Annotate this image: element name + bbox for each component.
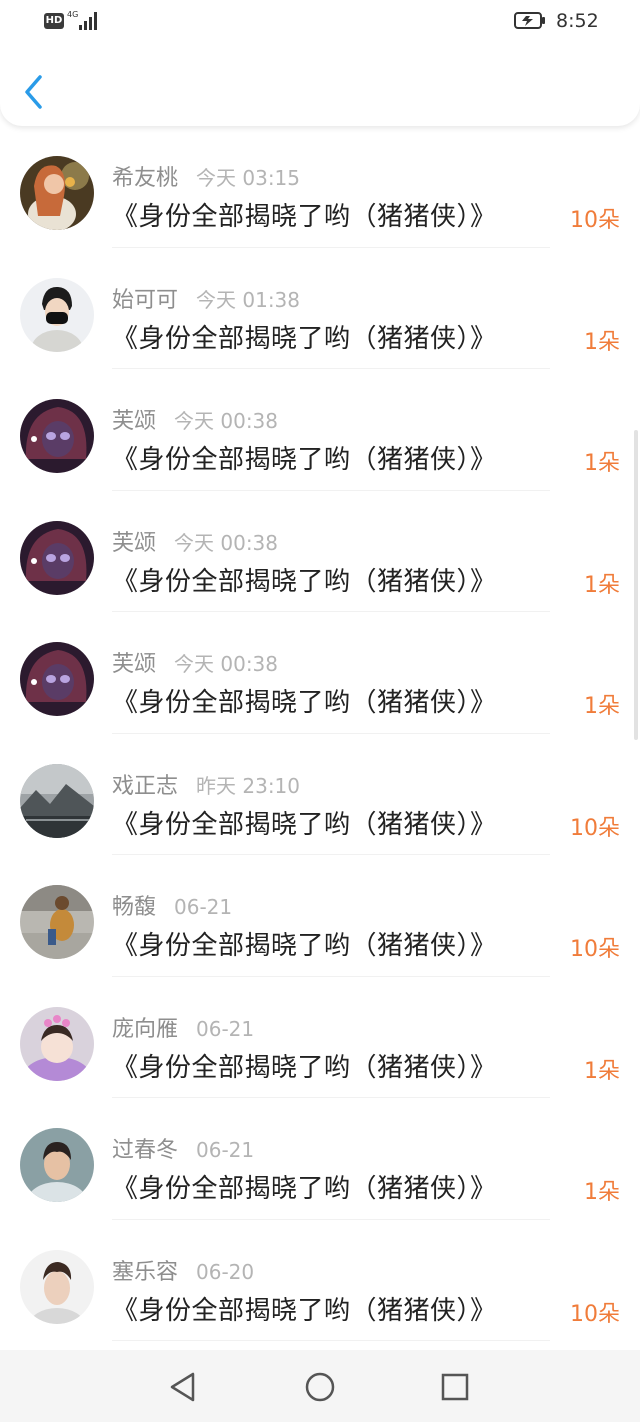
- back-button[interactable]: [20, 72, 50, 112]
- list-item[interactable]: 芙颂 今天 00:38 《身份全部揭晓了哟（猪猪侠）》 1朵: [0, 612, 640, 734]
- network-type: 4G: [67, 10, 79, 19]
- item-title: 《身份全部揭晓了哟（猪猪侠）》: [112, 1052, 497, 1083]
- avatar[interactable]: [20, 642, 94, 716]
- flower-count: 10朵: [570, 815, 620, 841]
- item-time: 06-21: [174, 895, 233, 919]
- user-name: 过春冬: [112, 1138, 179, 1163]
- item-time: 今天 00:38: [174, 530, 279, 555]
- square-recents-icon: [441, 1373, 469, 1401]
- battery-charging-icon: [514, 12, 545, 29]
- flower-count: 1朵: [584, 572, 620, 598]
- avatar[interactable]: [20, 156, 94, 230]
- list-item[interactable]: 庞向雁 06-21 《身份全部揭晓了哟（猪猪侠）》 1朵: [0, 977, 640, 1099]
- avatar[interactable]: [20, 885, 94, 959]
- user-name: 希友桃: [112, 166, 179, 191]
- item-title: 《身份全部揭晓了哟（猪猪侠）》: [112, 202, 497, 232]
- flower-count: 1朵: [584, 1058, 620, 1084]
- item-time: 06-20: [196, 1259, 255, 1284]
- scrollbar[interactable]: [634, 430, 638, 740]
- hd-badge: HD: [44, 13, 64, 29]
- item-time: 今天 00:38: [174, 409, 279, 433]
- flower-count: 1朵: [584, 329, 620, 355]
- signal-icon: [79, 12, 101, 30]
- list-item[interactable]: 芙颂 今天 00:38 《身份全部揭晓了哟（猪猪侠）》 1朵: [0, 369, 640, 491]
- list-item[interactable]: 芙颂 今天 00:38 《身份全部揭晓了哟（猪猪侠）》 1朵: [0, 491, 640, 613]
- item-time: 06-21: [196, 1016, 255, 1041]
- avatar[interactable]: [20, 1128, 94, 1202]
- flower-count: 1朵: [584, 451, 620, 476]
- user-name: 庞向雁: [112, 1016, 179, 1042]
- item-title: 《身份全部揭晓了哟（猪猪侠）》: [112, 323, 497, 354]
- item-title: 《身份全部揭晓了哟（猪猪侠）》: [112, 931, 497, 961]
- circle-home-icon: [305, 1372, 335, 1402]
- user-name: 芙颂: [112, 652, 157, 677]
- user-name: 畅馥: [112, 895, 157, 920]
- list-item[interactable]: 塞乐容 06-20 《身份全部揭晓了哟（猪猪侠）》 10朵: [0, 1220, 640, 1342]
- flower-count: 10朵: [570, 1301, 620, 1327]
- user-name: 塞乐容: [112, 1259, 179, 1285]
- item-meta: 芙颂 今天 00:38: [112, 403, 279, 434]
- list-item[interactable]: 畅馥 06-21 《身份全部揭晓了哟（猪猪侠）》 10朵: [0, 855, 640, 977]
- item-title: 《身份全部揭晓了哟（猪猪侠）》: [112, 1174, 497, 1204]
- chevron-left-icon: [25, 75, 42, 109]
- avatar[interactable]: [20, 277, 94, 352]
- nav-recents-button[interactable]: [438, 1370, 472, 1404]
- flower-count: 10朵: [570, 937, 620, 962]
- flower-count: 1朵: [584, 1180, 620, 1205]
- item-time: 今天 00:38: [174, 652, 279, 676]
- user-name: 芙颂: [112, 530, 157, 556]
- list-item[interactable]: 戏正志 昨天 23:10 《身份全部揭晓了哟（猪猪侠）》 10朵: [0, 734, 640, 856]
- user-name: 芙颂: [112, 409, 157, 434]
- item-title: 《身份全部揭晓了哟（猪猪侠）》: [112, 688, 497, 718]
- avatar[interactable]: [20, 520, 94, 595]
- gift-record-list: 希友桃 今天 03:15 《身份全部揭晓了哟（猪猪侠）》 10朵 始可可 今天 01…: [0, 126, 640, 1341]
- user-name: 始可可: [112, 287, 179, 313]
- avatar[interactable]: [20, 1249, 94, 1324]
- flower-count: 1朵: [584, 694, 620, 719]
- user-name: 戏正志: [112, 773, 179, 799]
- list-item[interactable]: 始可可 今天 01:38 《身份全部揭晓了哟（猪猪侠）》 1朵: [0, 248, 640, 370]
- status-bar: HD 4G 8:52: [0, 0, 640, 44]
- item-meta: 过春冬 06-21: [112, 1132, 255, 1163]
- item-title: 《身份全部揭晓了哟（猪猪侠）》: [112, 445, 497, 475]
- avatar[interactable]: [20, 1006, 94, 1081]
- nav-back-button[interactable]: [166, 1370, 200, 1404]
- status-time: 8:52: [556, 10, 599, 32]
- list-item[interactable]: 过春冬 06-21 《身份全部揭晓了哟（猪猪侠）》 1朵: [0, 1098, 640, 1220]
- item-title: 《身份全部揭晓了哟（猪猪侠）》: [112, 566, 497, 597]
- item-meta: 芙颂 今天 00:38: [112, 646, 279, 677]
- item-meta: 希友桃 今天 03:15: [112, 160, 301, 191]
- nav-home-button[interactable]: [303, 1370, 337, 1404]
- item-meta: 始可可 今天 01:38: [112, 282, 301, 313]
- item-time: 06-21: [196, 1138, 255, 1162]
- avatar[interactable]: [20, 399, 94, 473]
- item-time: 今天 01:38: [196, 287, 301, 312]
- item-time: 昨天 23:10: [196, 773, 301, 798]
- item-title: 《身份全部揭晓了哟（猪猪侠）》: [112, 1295, 497, 1326]
- item-meta: 庞向雁 06-21: [112, 1011, 255, 1042]
- top-bar: HD 4G 8:52: [0, 0, 640, 126]
- flower-count: 10朵: [570, 208, 620, 233]
- item-meta: 戏正志 昨天 23:10: [112, 768, 301, 799]
- item-meta: 芙颂 今天 00:38: [112, 525, 279, 556]
- triangle-back-icon: [170, 1372, 195, 1402]
- item-meta: 塞乐容 06-20: [112, 1254, 255, 1285]
- system-navigation-bar: [0, 1350, 640, 1422]
- list-item[interactable]: 希友桃 今天 03:15 《身份全部揭晓了哟（猪猪侠）》 10朵: [0, 126, 640, 248]
- item-time: 今天 03:15: [196, 166, 301, 190]
- item-meta: 畅馥 06-21: [112, 889, 233, 920]
- avatar[interactable]: [20, 763, 94, 838]
- item-title: 《身份全部揭晓了哟（猪猪侠）》: [112, 809, 497, 840]
